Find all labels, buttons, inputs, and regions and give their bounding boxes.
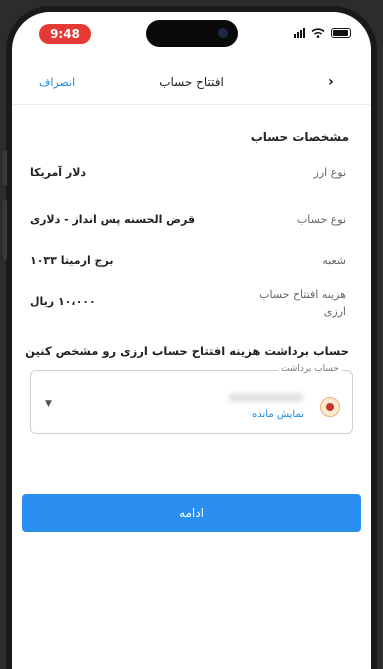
dropdown-arrow-icon[interactable]: ▼ [45,399,52,409]
battery-icon [331,28,351,38]
withdraw-account-select[interactable]: حساب برداشت نمایش مانده ▼ [30,364,353,434]
show-balance-link[interactable]: نمایش مانده [252,409,304,420]
continue-button[interactable]: ادامه [22,494,361,532]
account-type-value: قرض الحسنه پس انداز - دلاری [30,213,196,226]
opening-fee-value: ۱۰،۰۰۰ ریال [30,295,96,308]
wifi-icon [311,28,325,38]
blurred-account-number [228,393,304,402]
currency-type-value: دلار آمریکا [30,166,87,179]
opening-fee-label-line1: هزینه افتتاح حساب [259,288,346,301]
branch-value: برج ارمیتا ۱۰۳۳ [30,254,114,267]
opening-fee-label: هزینه افتتاح حساب ارزی [259,286,346,320]
bank-logo-icon [320,397,340,417]
withdraw-account-label: حساب برداشت [277,364,342,374]
opening-fee-label-line2: ارزی [323,305,346,318]
phone-screen: 9:48 › افتتاح حساب انصراف مشخصات حساب نو… [12,12,371,669]
cancel-button[interactable]: انصراف [39,76,75,89]
branch-label: شعبه [322,254,346,267]
side-button [3,200,7,260]
status-time: 9:48 [39,24,91,44]
withdraw-instruction: حساب برداشت هزینه افتتاح حساب ارزی رو مش… [25,344,349,358]
side-button [3,150,7,186]
nav-bar: › افتتاح حساب انصراف [12,64,371,105]
signal-icon [294,28,305,38]
account-type-label: نوع حساب [296,213,346,226]
currency-type-label: نوع ارز [313,166,346,179]
status-bar: 9:48 [12,12,371,56]
status-icons [294,28,351,38]
camera-icon [218,28,228,38]
section-title: مشخصات حساب [250,130,349,144]
dynamic-island [146,20,238,47]
